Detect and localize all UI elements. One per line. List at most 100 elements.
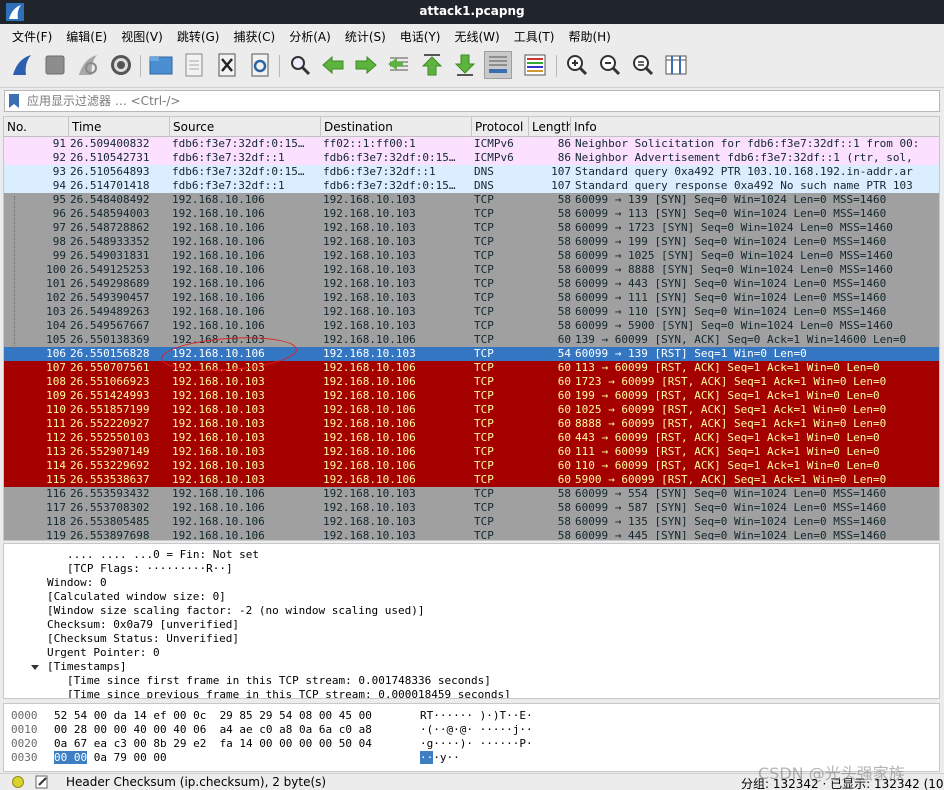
- packet-cell-info: 5900 → 60099 [RST, ACK] Seq=1 Ack=1 Win=…: [575, 473, 887, 486]
- menu-analyze[interactable]: 分析(A): [282, 24, 338, 46]
- bytes-hex-highlight: 00 00: [54, 751, 88, 764]
- packet-row[interactable]: 104 26.549567667 192.168.10.106 192.168.10.…: [4, 319, 939, 333]
- packet-row[interactable]: 112 26.552550103 192.168.10.103 192.168.10.…: [4, 431, 939, 445]
- packet-row[interactable]: 93 26.510564893 fdb6:f3e7:32df:0:15… fdb6:f…: [4, 165, 939, 179]
- packet-cell-info: 110 → 60099 [RST, ACK] Seq=1 Ack=1 Win=0…: [575, 459, 880, 472]
- detail-line[interactable]: Checksum: 0x0a79 [unverified]: [47, 618, 239, 632]
- menu-edit[interactable]: 编辑(E): [59, 24, 114, 46]
- packet-row[interactable]: 118 26.553805485 192.168.10.106 192.168.10.…: [4, 515, 939, 529]
- capture-comment-icon[interactable]: [35, 775, 49, 789]
- stop-capture-icon[interactable]: [41, 51, 69, 79]
- packet-row[interactable]: 105 26.550138369 192.168.10.103 192.168.10.…: [4, 333, 939, 347]
- file-icon[interactable]: [180, 51, 208, 79]
- packet-row[interactable]: 109 26.551424993 192.168.10.103 192.168.10.…: [4, 389, 939, 403]
- resize-columns-icon[interactable]: [662, 51, 690, 79]
- packet-row[interactable]: 103 26.549489263 192.168.10.106 192.168.10.…: [4, 305, 939, 319]
- packet-cell-protocol: TCP: [474, 459, 494, 472]
- packet-cell-length: 58: [557, 193, 571, 206]
- detail-line[interactable]: .... .... ...0 = Fin: Not set: [67, 548, 259, 562]
- main-toolbar: [0, 46, 944, 88]
- packet-row[interactable]: 117 26.553708302 192.168.10.106 192.168.10.…: [4, 501, 939, 515]
- go-to-packet-icon[interactable]: [385, 51, 413, 79]
- display-filter-input[interactable]: [27, 92, 927, 110]
- detail-line[interactable]: [Window size scaling factor: -2 (no wind…: [47, 604, 425, 618]
- menu-wireless[interactable]: 无线(W): [448, 24, 507, 46]
- menu-go[interactable]: 跳转(G): [170, 24, 227, 46]
- menu-view[interactable]: 视图(V): [114, 24, 170, 46]
- open-file-icon[interactable]: [147, 51, 175, 79]
- column-length[interactable]: Length: [529, 117, 571, 137]
- packet-cell-length: 58: [557, 235, 571, 248]
- column-protocol[interactable]: Protocol: [472, 117, 529, 137]
- column-source[interactable]: Source: [170, 117, 321, 137]
- menu-telephony[interactable]: 电话(Y): [393, 24, 448, 46]
- detail-line[interactable]: [Checksum Status: Unverified]: [47, 632, 239, 646]
- packet-row[interactable]: 96 26.548594003 192.168.10.106 192.168.10.1…: [4, 207, 939, 221]
- expand-arrow-icon[interactable]: [30, 660, 40, 674]
- bytes-line[interactable]: 0000 52 54 00 da 14 ef 00 0c 29 85 29 54 …: [4, 709, 934, 723]
- packet-row[interactable]: 91 26.509400832 fdb6:f3e7:32df:0:15… ff02::…: [4, 137, 939, 151]
- column-time[interactable]: Time: [69, 117, 170, 137]
- zoom-in-icon[interactable]: [563, 51, 591, 79]
- go-forward-icon[interactable]: [352, 51, 380, 79]
- restart-capture-icon[interactable]: [74, 51, 102, 79]
- packet-cell-time: 26.549567667: [70, 319, 150, 332]
- packet-cell-protocol: TCP: [474, 347, 494, 360]
- auto-scroll-icon[interactable]: [484, 51, 512, 79]
- bookmark-icon[interactable]: [8, 94, 20, 108]
- packet-row[interactable]: 108 26.551066923 192.168.10.103 192.168.10.…: [4, 375, 939, 389]
- packet-row[interactable]: 116 26.553593432 192.168.10.106 192.168.10.…: [4, 487, 939, 501]
- toolbar-separator: [556, 55, 557, 77]
- column-destination[interactable]: Destination: [321, 117, 472, 137]
- bytes-line[interactable]: 0020 0a 67 ea c3 00 8b 29 e2 fa 14 00 00 …: [4, 737, 934, 751]
- column-info[interactable]: Info: [571, 117, 939, 137]
- zoom-out-icon[interactable]: [596, 51, 624, 79]
- detail-line[interactable]: [Timestamps]: [47, 660, 126, 674]
- find-packet-icon[interactable]: [286, 51, 314, 79]
- menu-statistics[interactable]: 统计(S): [338, 24, 393, 46]
- menu-capture[interactable]: 捕获(C): [226, 24, 282, 46]
- packet-cell-time: 26.552550103: [70, 431, 150, 444]
- bytes-line[interactable]: 0010 00 28 00 00 40 00 40 06 a4 ae c0 a8 …: [4, 723, 934, 737]
- packet-cell-length: 58: [557, 501, 571, 514]
- packet-row[interactable]: 94 26.514701418 fdb6:f3e7:32df::1 fdb6:f3e7…: [4, 179, 939, 193]
- packet-row[interactable]: 98 26.548933352 192.168.10.106 192.168.10.1…: [4, 235, 939, 249]
- packet-row[interactable]: 115 26.553538637 192.168.10.103 192.168.10.…: [4, 473, 939, 487]
- packet-row[interactable]: 92 26.510542731 fdb6:f3e7:32df::1 fdb6:f3e7…: [4, 151, 939, 165]
- packet-row[interactable]: 99 26.549031831 192.168.10.106 192.168.10.1…: [4, 249, 939, 263]
- packet-row[interactable]: 101 26.549298689 192.168.10.106 192.168.10.…: [4, 277, 939, 291]
- colorize-icon[interactable]: [521, 51, 549, 79]
- bytes-ascii-highlight: ··: [420, 751, 434, 764]
- reload-icon[interactable]: [246, 51, 274, 79]
- detail-line[interactable]: [Time since first frame in this TCP stre…: [67, 674, 491, 688]
- packet-row[interactable]: 111 26.552220927 192.168.10.103 192.168.10.…: [4, 417, 939, 431]
- packet-row[interactable]: 106 26.550156828 192.168.10.106 192.168.10.…: [4, 347, 939, 361]
- packet-row[interactable]: 107 26.550707561 192.168.10.103 192.168.10.…: [4, 361, 939, 375]
- packet-row[interactable]: 114 26.553229692 192.168.10.103 192.168.10.…: [4, 459, 939, 473]
- packet-row[interactable]: 113 26.552907149 192.168.10.103 192.168.10.…: [4, 445, 939, 459]
- detail-line[interactable]: [TCP Flags: ·········R··]: [67, 562, 233, 576]
- menu-help[interactable]: 帮助(H): [561, 24, 617, 46]
- expert-info-led-icon[interactable]: [12, 776, 24, 788]
- column-no[interactable]: No.: [4, 117, 69, 137]
- packet-row[interactable]: 119 26.553897698 192.168.10.106 192.168.10.…: [4, 529, 939, 540]
- go-last-icon[interactable]: [451, 51, 479, 79]
- packet-row[interactable]: 100 26.549125253 192.168.10.106 192.168.10.…: [4, 263, 939, 277]
- go-back-icon[interactable]: [319, 51, 347, 79]
- packet-row[interactable]: 110 26.551857199 192.168.10.103 192.168.10.…: [4, 403, 939, 417]
- packet-row[interactable]: 95 26.548408492 192.168.10.106 192.168.10.1…: [4, 193, 939, 207]
- detail-line[interactable]: [Time since previous frame in this TCP s…: [67, 688, 511, 698]
- packet-cell-length: 58: [557, 487, 571, 500]
- detail-line[interactable]: Urgent Pointer: 0: [47, 646, 160, 660]
- close-file-icon[interactable]: [213, 51, 241, 79]
- normal-size-icon[interactable]: [629, 51, 657, 79]
- packet-row[interactable]: 102 26.549390457 192.168.10.106 192.168.10.…: [4, 291, 939, 305]
- go-first-icon[interactable]: [418, 51, 446, 79]
- detail-line[interactable]: [Calculated window size: 0]: [47, 590, 226, 604]
- menu-tools[interactable]: 工具(T): [507, 24, 562, 46]
- menu-file[interactable]: 文件(F): [5, 24, 59, 46]
- shark-fin-start-icon[interactable]: [8, 51, 36, 79]
- capture-options-icon[interactable]: [107, 51, 135, 79]
- detail-line[interactable]: Window: 0: [47, 576, 107, 590]
- packet-row[interactable]: 97 26.548728862 192.168.10.106 192.168.10.1…: [4, 221, 939, 235]
